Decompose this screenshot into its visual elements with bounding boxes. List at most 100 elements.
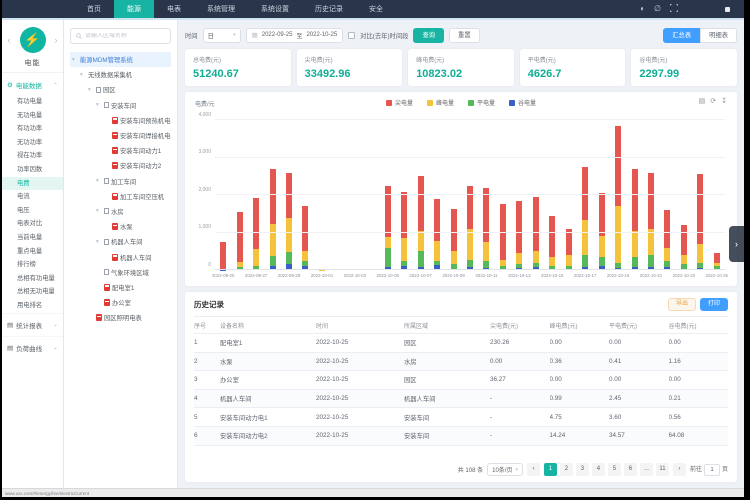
sidebar-item-电压[interactable]: 电压: [2, 204, 63, 218]
sidebar-item-用电排名[interactable]: 用电排名: [2, 299, 63, 313]
table-row[interactable]: 3办公室2022-10-25园区36.270.000.000.00: [194, 371, 728, 390]
sidebar-item-重点电量[interactable]: 重点电量: [2, 245, 63, 259]
nav-tab-首页[interactable]: 首页: [74, 0, 114, 18]
table-row[interactable]: 2水泵2022-10-25水房0.000.360.411.16: [194, 353, 728, 372]
table-row[interactable]: 1配电室12022-10-25园区230.260.000.000.00: [194, 334, 728, 353]
date-range-picker[interactable]: ▦ 2022-09-25 至 2022-10-25: [246, 28, 344, 43]
tree-node[interactable]: ▾无线数据采集机: [70, 67, 171, 82]
bar-2022-10-11: [478, 120, 494, 270]
search-icon: [76, 33, 82, 39]
fullscreen-icon[interactable]: [670, 4, 678, 14]
sidebar-item-无功功率[interactable]: 无功功率: [2, 136, 63, 150]
page-button-4[interactable]: 4: [592, 463, 605, 476]
tree-node[interactable]: 安装车间预热机电表: [70, 113, 171, 128]
tree-node[interactable]: 配电室1: [70, 280, 171, 295]
legend-item-尖电量[interactable]: 尖电量: [386, 98, 413, 107]
tree-node-label: 园区照明电表: [104, 313, 142, 322]
tree-node[interactable]: ▾水房: [70, 204, 171, 219]
page-button-6[interactable]: 6: [624, 463, 637, 476]
tree-node[interactable]: ▾加工车间: [70, 174, 171, 189]
download-icon[interactable]: ↧: [721, 97, 727, 105]
nav-tab-系统设置[interactable]: 系统设置: [248, 0, 302, 18]
tree-node[interactable]: 园区照明电表: [70, 310, 171, 325]
avatar[interactable]: [725, 7, 730, 12]
tree-search-input[interactable]: [85, 33, 165, 39]
x-axis-tick: 2022-10-11: [475, 273, 497, 278]
detail-view-button[interactable]: 明细表: [700, 28, 737, 43]
sidebar-item-视在功率[interactable]: 视在功率: [2, 149, 63, 163]
sidebar-item-当前电量[interactable]: 当前电量: [2, 231, 63, 245]
nav-tab-历史记录[interactable]: 历史记录: [302, 0, 356, 18]
table-row[interactable]: 6安装车间动力电22022-10-25安装车间-14.2434.5764.08: [194, 427, 728, 446]
search-button[interactable]: 查询: [413, 28, 444, 43]
tree-node[interactable]: ▾机器人车间: [70, 234, 171, 249]
tree-node-label: 机器人车间: [120, 253, 151, 262]
x-axis-tick: 2022-10-05: [377, 273, 399, 278]
sidebar-section-负荷曲线[interactable]: ▤负荷曲线⌄: [2, 336, 63, 359]
tree-node[interactable]: ▾能源MDM管理系统: [70, 52, 171, 67]
page-button-5[interactable]: 5: [608, 463, 621, 476]
goto-page-input[interactable]: [704, 464, 720, 476]
bar-segment-峰电量: [632, 231, 638, 258]
sidebar-item-无功电量[interactable]: 无功电量: [2, 109, 63, 123]
sidebar-item-排行榜[interactable]: 排行榜: [2, 258, 63, 272]
sidebar-section-统计报表[interactable]: ▤统计报表⌄: [2, 313, 63, 336]
legend-item-峰电量[interactable]: 峰电量: [427, 98, 454, 107]
tree-node[interactable]: 安装车间焊接机电表: [70, 128, 171, 143]
nav-tab-能源[interactable]: 能源: [114, 0, 154, 18]
carousel-next-button[interactable]: ›: [729, 226, 744, 262]
tree-node[interactable]: 加工车间空压机: [70, 189, 171, 204]
sidebar-item-总相有功电量[interactable]: 总相有功电量: [2, 272, 63, 286]
page-button-1[interactable]: 1: [544, 463, 557, 476]
page-button-3[interactable]: 3: [576, 463, 589, 476]
legend-item-平电量[interactable]: 平电量: [468, 98, 495, 107]
sidebar-item-电表对比[interactable]: 电表对比: [2, 217, 63, 231]
tree-node[interactable]: 气象环境区域: [70, 265, 171, 280]
bar-2022-10-23: [676, 120, 692, 270]
page-size-select[interactable]: 10条/页 ▾: [487, 463, 523, 476]
refresh-icon[interactable]: ⟳: [710, 97, 716, 105]
sidebar-item-电费[interactable]: 电费: [2, 177, 63, 191]
reset-button[interactable]: 重置: [449, 28, 480, 43]
tree-node[interactable]: ▾安装车间: [70, 98, 171, 113]
sidebar-item-功率因数[interactable]: 功率因数: [2, 163, 63, 177]
print-button[interactable]: 打印: [700, 298, 728, 311]
tree-node[interactable]: ▾园区: [70, 82, 171, 97]
export-button[interactable]: 导出: [668, 298, 696, 311]
prev-page-button[interactable]: ‹: [527, 463, 540, 476]
page-button-2[interactable]: 2: [560, 463, 573, 476]
nav-tab-安全[interactable]: 安全: [356, 0, 396, 18]
table-row[interactable]: 5安装车间动力电12022-10-25安装车间-4.753.600.56: [194, 408, 728, 427]
compare-checkbox[interactable]: [348, 32, 355, 39]
language-icon[interactable]: ∅: [654, 5, 661, 13]
tree-node[interactable]: 水泵: [70, 219, 171, 234]
summary-view-button[interactable]: 汇总表: [663, 28, 700, 43]
tree-node[interactable]: 安装车间动力2: [70, 158, 171, 173]
chart-type-icon[interactable]: ▤: [699, 97, 706, 105]
bar-segment-峰电量: [302, 251, 308, 260]
period-select[interactable]: 日 ▾: [203, 28, 241, 43]
stat-card: 尖电费(元)33492.96: [297, 49, 403, 86]
table-row[interactable]: 4机器人车间2022-10-25机器人车间-0.992.450.21: [194, 390, 728, 409]
tree-node[interactable]: 安装车间动力1: [70, 143, 171, 158]
sidebar-item-有功功率[interactable]: 有功功率: [2, 122, 63, 136]
tree-node[interactable]: 机器人车间: [70, 249, 171, 264]
nav-tab-系统管理[interactable]: 系统管理: [194, 0, 248, 18]
tree-node[interactable]: 办公室: [70, 295, 171, 310]
sidebar-section-energy-data[interactable]: ⚙ 电能数据 ⌃: [2, 73, 63, 95]
next-page-button[interactable]: ›: [673, 463, 686, 476]
theme-icon[interactable]: ◐: [640, 5, 645, 13]
nav-tab-电表[interactable]: 电表: [154, 0, 194, 18]
fee-chart-card: 电费/元 尖电量峰电量平电量谷电量 ▤ ⟳ ↧ 01,0002,0003,000…: [185, 92, 737, 286]
y-axis-tick: 1,000: [198, 224, 211, 230]
x-axis-tick: 2022-10-23: [673, 273, 695, 278]
module-prev-icon[interactable]: ‹: [5, 35, 13, 45]
sidebar-item-总相无功电量[interactable]: 总相无功电量: [2, 285, 63, 299]
module-next-icon[interactable]: ›: [52, 35, 60, 45]
page-button-11[interactable]: 11: [656, 463, 669, 476]
legend-item-谷电量[interactable]: 谷电量: [509, 98, 536, 107]
sidebar-item-电流[interactable]: 电流: [2, 190, 63, 204]
goto-prefix: 前往: [690, 467, 702, 473]
table-cell: 水房: [404, 357, 490, 366]
sidebar-item-有功电量[interactable]: 有功电量: [2, 95, 63, 109]
